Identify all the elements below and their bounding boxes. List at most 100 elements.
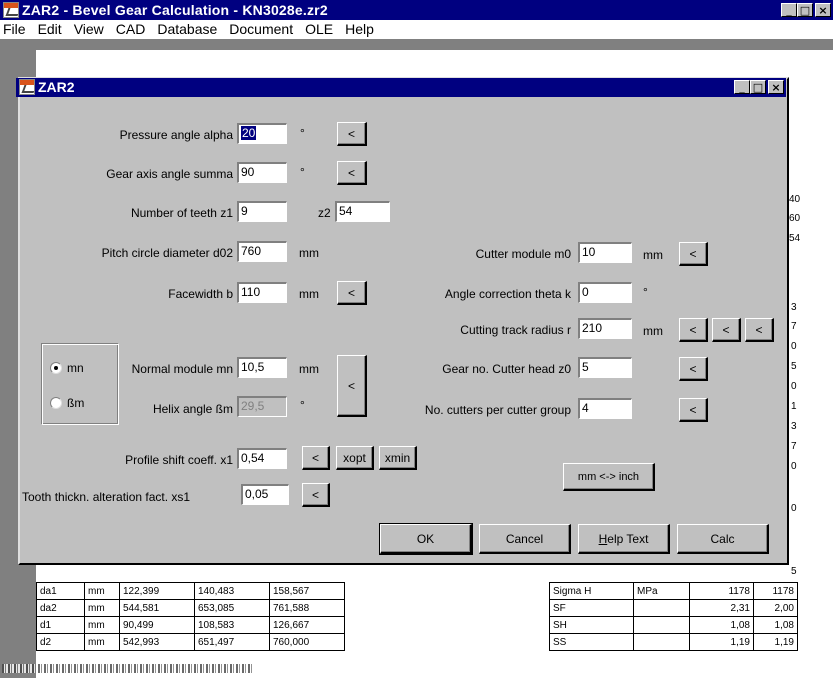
table-cell: SH (549, 616, 634, 634)
angle-correction-input[interactable]: 0 (578, 282, 632, 303)
cutting-track-arrow-button-1[interactable]: < (679, 318, 708, 342)
tooth-thickness-arrow-button[interactable]: < (302, 483, 330, 507)
cutting-track-arrow-button-2[interactable]: < (712, 318, 741, 342)
cutter-module-label: Cutter module m0 (475, 247, 571, 261)
table-cell: 1,19 (753, 633, 798, 651)
table-cell: MPa (633, 582, 690, 600)
help-text-label: elp Text (607, 531, 649, 546)
edge-number: 0 (791, 341, 797, 352)
helix-angle-input[interactable]: 29,5 (237, 396, 287, 417)
table-cell: mm (84, 616, 120, 634)
pressure-angle-arrow-button[interactable]: < (337, 122, 367, 146)
gear-axis-angle-input[interactable]: 90 (237, 162, 287, 183)
table-cell (633, 616, 690, 634)
profile-shift-arrow-button[interactable]: < (302, 446, 330, 470)
cutting-track-label: Cutting track radius r (460, 323, 571, 337)
edge-number: 3 (791, 421, 797, 432)
facewidth-input[interactable]: 110 (237, 282, 287, 303)
cutting-track-input[interactable]: 210 (578, 318, 632, 339)
cutters-per-group-arrow-button[interactable]: < (679, 398, 708, 422)
radio-mn[interactable] (50, 362, 62, 374)
table-cell: 2,31 (689, 599, 754, 617)
normal-module-input[interactable]: 10,5 (237, 357, 287, 378)
menu-cad[interactable]: CAD (111, 20, 153, 39)
facewidth-unit: mm (299, 287, 319, 301)
results-table-left: da1 mm 122,399 140,483 158,567 da2 mm 54… (36, 582, 345, 651)
maximize-button[interactable]: □ (797, 3, 813, 17)
edge-number: 7 (791, 441, 797, 452)
menu-database[interactable]: Database (152, 20, 224, 39)
help-text-accelerator: H (598, 531, 608, 546)
table-cell: mm (84, 633, 120, 651)
table-cell: 1,19 (689, 633, 754, 651)
app-icon[interactable] (3, 2, 19, 18)
edge-number: 5 (791, 361, 797, 372)
cutter-module-input[interactable]: 10 (578, 242, 632, 263)
table-cell: 158,567 (269, 582, 345, 600)
table-cell: 108,583 (194, 616, 270, 634)
menu-help[interactable]: Help (340, 20, 381, 39)
cutters-per-group-input[interactable]: 4 (578, 398, 632, 419)
helix-angle-label: Helix angle ßm (152, 402, 233, 416)
table-cell: 140,483 (194, 582, 270, 600)
module-helix-arrow-button[interactable]: < (337, 355, 367, 417)
dialog-app-icon[interactable] (19, 79, 35, 95)
dialog-maximize-button[interactable]: □ (750, 80, 766, 94)
table-cell: Sigma H (549, 582, 634, 600)
tooth-thickness-input[interactable]: 0,05 (241, 484, 289, 505)
pitch-diameter-input[interactable]: 760 (237, 241, 287, 262)
gear-axis-angle-arrow-button[interactable]: < (337, 161, 367, 185)
teeth-z2-input[interactable]: 54 (335, 201, 390, 222)
dialog-minimize-button[interactable]: _ (734, 80, 750, 94)
pressure-angle-input[interactable]: 20 (237, 123, 287, 144)
pressure-angle-label: Pressure angle alpha (119, 128, 233, 142)
menu-document[interactable]: Document (224, 20, 300, 39)
gear-no-cutter-input[interactable]: 5 (578, 357, 632, 378)
menu-file[interactable]: File (0, 20, 33, 39)
facewidth-arrow-button[interactable]: < (337, 281, 367, 305)
menu-ole[interactable]: OLE (300, 20, 340, 39)
results-table-right: Sigma H MPa 1178 1178 SF 2,31 2,00 SH 1,… (549, 582, 798, 651)
table-cell: 2,00 (753, 599, 798, 617)
profile-shift-input[interactable]: 0,54 (237, 448, 287, 469)
menu-view[interactable]: View (69, 20, 111, 39)
cancel-button[interactable]: Cancel (479, 524, 571, 554)
menu-bar: File Edit View CAD Database Document OLE… (0, 20, 833, 39)
module-mode-group (41, 343, 119, 425)
teeth-z1-input[interactable]: 9 (237, 201, 287, 222)
pitch-diameter-unit: mm (299, 246, 319, 260)
menu-edit[interactable]: Edit (33, 20, 69, 39)
xopt-button[interactable]: xopt (336, 446, 374, 470)
radio-mn-label[interactable]: mn (67, 361, 84, 375)
mm-inch-button[interactable]: mm <-> inch (563, 463, 655, 491)
facewidth-label: Facewidth b (168, 287, 233, 301)
cutting-track-arrow-button-3[interactable]: < (745, 318, 774, 342)
table-row: Sigma H MPa 1178 1178 (549, 582, 798, 600)
teeth-z1-label: Number of teeth z1 (130, 206, 233, 220)
pressure-angle-value: 20 (241, 126, 257, 140)
close-button[interactable]: × (815, 3, 831, 17)
edge-number: 0 (791, 503, 797, 514)
table-cell: mm (84, 582, 120, 600)
table-row: d1 mm 90,499 108,583 126,667 (36, 616, 345, 634)
radio-bm-label[interactable]: ßm (67, 396, 84, 410)
dialog-close-button[interactable]: × (768, 80, 784, 94)
table-cell: 760,000 (269, 633, 345, 651)
edge-number: 5 (791, 566, 797, 577)
window-title: ZAR2 - Bevel Gear Calculation - KN3028e.… (22, 2, 328, 18)
table-cell (633, 599, 690, 617)
gear-no-cutter-arrow-button[interactable]: < (679, 357, 708, 381)
radio-bm[interactable] (50, 397, 62, 409)
calc-button[interactable]: Calc (677, 524, 769, 554)
gear-axis-angle-unit: ° (300, 165, 305, 179)
table-cell: SS (549, 633, 634, 651)
cutters-per-group-label: No. cutters per cutter group (424, 403, 571, 417)
ok-button[interactable]: OK (379, 523, 473, 555)
cutter-module-arrow-button[interactable]: < (679, 242, 708, 266)
table-cell: 544,581 (119, 599, 195, 617)
gear-no-cutter-label: Gear no. Cutter head z0 (442, 362, 571, 376)
xmin-button[interactable]: xmin (379, 446, 417, 470)
angle-correction-label: Angle correction theta k (444, 287, 571, 301)
minimize-button[interactable]: _ (781, 3, 797, 17)
help-text-button[interactable]: Help Text (578, 524, 670, 554)
